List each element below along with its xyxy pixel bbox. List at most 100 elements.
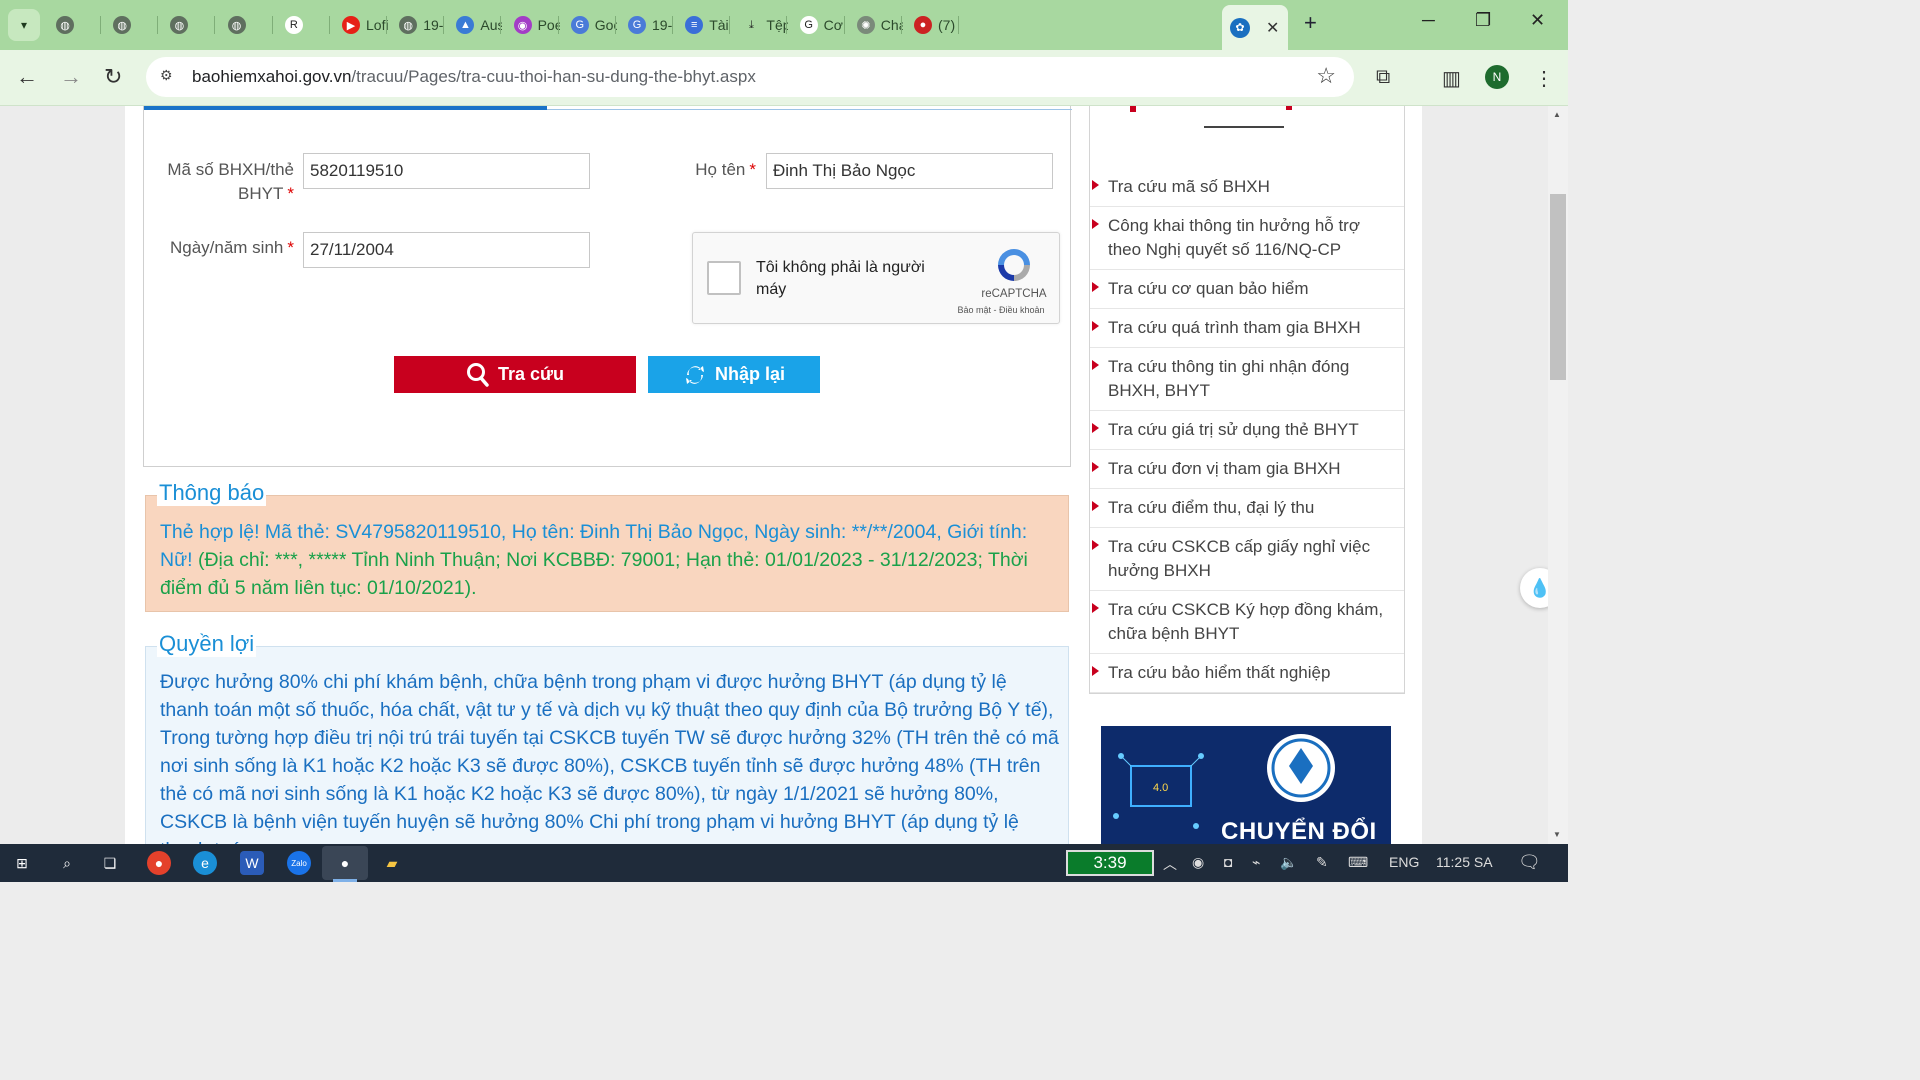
browser-tab[interactable]: ◍ (105, 9, 159, 41)
sidebar-item[interactable]: Tra cứu bảo hiểm thất nghiệp (1090, 654, 1404, 693)
google-icon: G (799, 16, 818, 34)
chrome-active-icon[interactable]: ● (322, 846, 368, 880)
scrollbar-thumb[interactable] (1550, 194, 1566, 380)
close-tab-icon[interactable]: ✕ (1266, 18, 1279, 38)
sidebar-item[interactable]: Công khai thông tin hưởng hỗ trợ theo Ng… (1090, 207, 1404, 270)
browser-tab[interactable]: ✺ Cha (849, 9, 903, 41)
reset-button[interactable]: Nhập lại (648, 356, 820, 393)
browser-tab[interactable]: ◍ (162, 9, 216, 41)
keyboard-icon[interactable]: ⌨ (1348, 854, 1368, 871)
tab-separator (443, 16, 445, 34)
bhxh-input[interactable] (303, 153, 590, 189)
camera-tray-icon[interactable]: ◘ (1224, 854, 1232, 870)
new-tab-button[interactable]: + (1304, 10, 1317, 36)
language-indicator[interactable]: ENG (1389, 854, 1419, 870)
tab-separator (729, 16, 731, 34)
file-explorer-icon[interactable]: ▰ (380, 851, 404, 875)
browser-tab[interactable]: G Goo (563, 9, 617, 41)
sidebar-deco (1286, 106, 1292, 110)
extensions-icon[interactable]: ⧉ (1376, 66, 1390, 89)
sidebar-item[interactable]: Tra cứu thông tin ghi nhận đóng BHXH, BH… (1090, 348, 1404, 411)
banner-text: CHUYỂN ĐỔI SỐ (1221, 818, 1377, 844)
more-menu-icon[interactable]: ⋮ (1534, 66, 1554, 91)
close-window-icon[interactable]: ✕ (1530, 10, 1545, 31)
chrome-icon[interactable]: ● (147, 851, 171, 875)
url-text[interactable]: baohiemxahoi.gov.vn/tracuu/Pages/tra-cuu… (192, 67, 756, 87)
site-info-icon[interactable]: ⚙ (160, 67, 180, 87)
tab-search-chevron-icon[interactable]: ▾ (8, 9, 40, 41)
sidebar-menu: Tra cứu mã số BHXH Công khai thông tin hư… (1089, 106, 1405, 694)
browser-tab[interactable]: ⤓ Tệp (734, 9, 788, 41)
zalo-tray-icon[interactable]: ◉ (1192, 854, 1204, 871)
recaptcha-terms-link[interactable]: Bảo mật - Điều khoản (945, 305, 1057, 315)
address-bar[interactable]: ⚙ baohiemxahoi.gov.vn/tracuu/Pages/tra-c… (146, 57, 1354, 97)
notice-text-detail: (Địa chỉ: ***, ***** Tỉnh Ninh Thuận; Nơ… (160, 549, 1028, 599)
back-icon[interactable]: ← (16, 64, 38, 90)
tray-chevron-icon[interactable]: ︿ (1163, 854, 1177, 874)
flag-icon: ● (914, 16, 932, 34)
recaptcha-brand: reCAPTCHA (981, 288, 1047, 300)
digital-transform-banner[interactable]: 4.0 CHUYỂN ĐỔI SỐ (1101, 726, 1391, 844)
search-icon[interactable]: ⌕ (55, 851, 79, 875)
name-input[interactable] (766, 153, 1053, 189)
pen-icon[interactable]: ✎ (1316, 854, 1328, 871)
search-button[interactable]: Tra cứu (394, 356, 636, 393)
browser-tab[interactable]: ◍ (48, 9, 102, 41)
windows-start-icon[interactable]: ⊞ (10, 851, 34, 875)
bhxh-label: Mã số BHXH/thẻ BHYT * (154, 158, 294, 206)
browser-tab[interactable]: ◍ 19- (391, 9, 445, 41)
browser-tab[interactable]: ▲ Aus (448, 9, 502, 41)
notification-icon[interactable]: 🗨 (1518, 852, 1541, 873)
scroll-up-icon[interactable]: ▲ (1553, 110, 1561, 119)
browser-tab[interactable]: G 19- (620, 9, 674, 41)
edge-icon[interactable]: e (193, 851, 217, 875)
svg-text:4.0: 4.0 (1153, 782, 1168, 794)
battery-timer[interactable]: 3:39 (1066, 850, 1154, 876)
form-tab-indicator (144, 106, 547, 110)
name-label: Họ tên * (664, 158, 756, 182)
sidebar-item[interactable]: Tra cứu điểm thu, đại lý thu (1090, 489, 1404, 528)
reload-icon[interactable]: ↻ (104, 64, 122, 90)
floating-assistant-icon[interactable]: 💧 (1520, 568, 1548, 608)
forward-icon[interactable]: → (60, 64, 82, 90)
tab-separator (672, 16, 673, 34)
zalo-icon[interactable]: Zalo (287, 851, 311, 875)
bhxh-label-text: Mã số BHXH/thẻ BHYT (167, 160, 294, 203)
globe-icon: ◍ (56, 16, 74, 34)
browser-tab[interactable]: ▶ Lofi (334, 9, 388, 41)
restore-icon[interactable]: ❐ (1475, 10, 1491, 31)
notice-text: Thẻ hợp lệ! Mã thẻ: SV4795820119510, Họ … (160, 518, 1060, 602)
dob-input[interactable] (303, 232, 590, 268)
task-view-icon[interactable]: ❏ (98, 851, 122, 875)
sidebar-item[interactable]: Tra cứu giá trị sử dụng thẻ BHYT (1090, 411, 1404, 450)
drive-icon: ▲ (456, 16, 475, 34)
clock[interactable]: 11:25 SA (1436, 854, 1493, 870)
active-tab[interactable]: ✿ ✕ (1222, 5, 1288, 50)
minimize-icon[interactable]: ─ (1422, 10, 1435, 31)
page-scrollbar[interactable]: ▲ ▼ (1548, 106, 1568, 844)
sidebar-item[interactable]: Tra cứu mã số BHXH (1090, 168, 1404, 207)
network-tray-icon[interactable]: ⌁ (1252, 854, 1260, 871)
browser-tab[interactable]: ≡ Tài (677, 9, 731, 41)
browser-tab[interactable]: R (277, 9, 331, 41)
sidebar-item[interactable]: Tra cứu cơ quan bảo hiểm (1090, 270, 1404, 309)
word-icon[interactable]: W (240, 851, 264, 875)
profile-avatar[interactable]: N (1485, 65, 1509, 89)
sidebar-item[interactable]: Tra cứu CSKCB Ký hợp đồng khám, chữa bện… (1090, 591, 1404, 654)
sidebar-item[interactable]: Tra cứu CSKCB cấp giấy nghỉ việc hưởng B… (1090, 528, 1404, 591)
scroll-down-icon[interactable]: ▼ (1553, 830, 1561, 839)
browser-tab-label: Cơ (823, 17, 843, 33)
side-panel-icon[interactable]: ▥ (1442, 66, 1461, 91)
browser-tab-label: Tài (709, 17, 729, 33)
download-icon: ⤓ (748, 18, 754, 31)
browser-tab[interactable]: ● (7) (906, 9, 960, 41)
browser-tab[interactable]: G Cơ (792, 9, 846, 41)
browser-tab[interactable]: ◍ (220, 9, 274, 41)
sidebar-item[interactable]: Tra cứu quá trình tham gia BHXH (1090, 309, 1404, 348)
sidebar-deco (1130, 106, 1136, 112)
bookmark-star-icon[interactable]: ☆ (1316, 63, 1336, 89)
volume-icon[interactable]: 🔈 (1280, 854, 1297, 871)
sidebar-item[interactable]: Tra cứu đơn vị tham gia BHXH (1090, 450, 1404, 489)
browser-tab[interactable]: ◉ Poe (506, 9, 560, 41)
recaptcha-checkbox[interactable] (707, 261, 741, 295)
